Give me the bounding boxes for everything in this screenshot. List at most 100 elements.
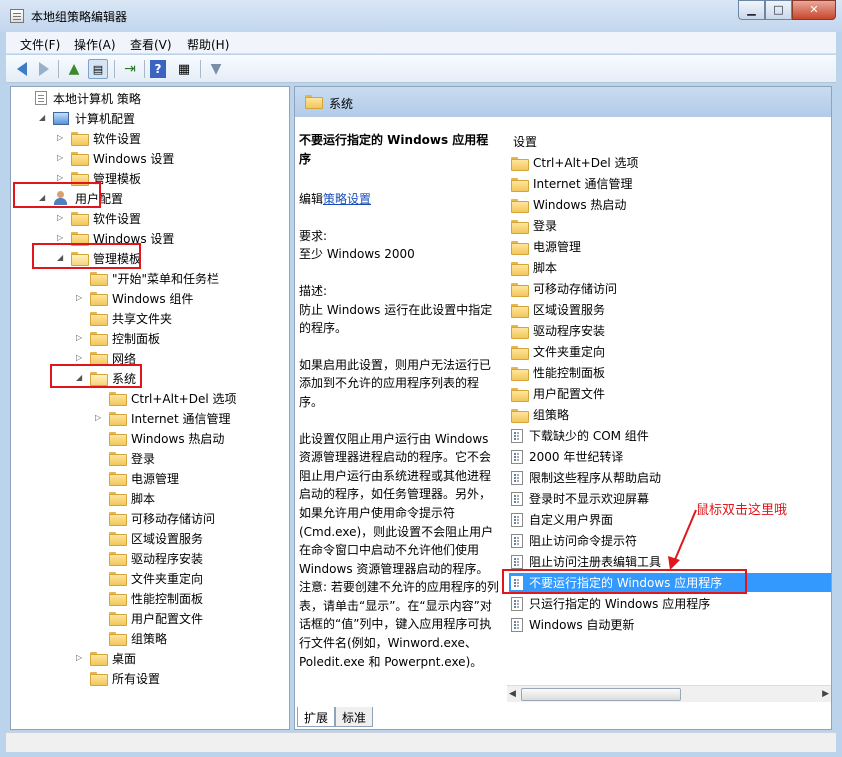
folder-icon [511, 345, 529, 360]
tree-item[interactable]: 本地计算机 策略 [35, 89, 141, 107]
collapsed-arrow-icon[interactable]: ▷ [76, 353, 84, 363]
tree-item[interactable]: 组策略 [109, 629, 167, 647]
help-icon[interactable]: ? [150, 60, 166, 78]
tree-item-label: Windows 组件 [112, 291, 194, 306]
tab-standard[interactable]: 标准 [335, 707, 374, 727]
tree-item[interactable]: 脚本 [109, 489, 155, 507]
back-icon[interactable] [12, 59, 32, 79]
menu-view[interactable]: 查看(V) [130, 36, 172, 53]
forward-icon[interactable] [34, 59, 54, 79]
expanded-arrow-icon[interactable]: ◢ [39, 113, 47, 123]
tree-item[interactable]: Windows 设置 [71, 149, 174, 167]
list-item[interactable]: 性能控制面板 [509, 363, 831, 382]
tree-item[interactable]: 用户配置文件 [109, 609, 203, 627]
list-item[interactable]: Ctrl+Alt+Del 选项 [509, 153, 831, 172]
list-item[interactable]: 下载缺少的 COM 组件 [509, 426, 831, 445]
scroll-right-icon[interactable]: ▶ [822, 689, 829, 699]
list-item[interactable]: 区域设置服务 [509, 300, 831, 319]
tree-item[interactable]: 文件夹重定向 [109, 569, 203, 587]
list-item-label: 阻止访问注册表编辑工具 [529, 555, 662, 569]
list-item[interactable]: Windows 热启动 [509, 195, 831, 214]
tree-item[interactable]: 控制面板 [90, 329, 160, 347]
scroll-left-icon[interactable]: ◀ [509, 689, 516, 699]
collapsed-arrow-icon[interactable]: ▷ [76, 653, 84, 663]
list-item[interactable]: 电源管理 [509, 237, 831, 256]
edit-policy-link[interactable]: 策略设置 [323, 192, 371, 206]
list-item[interactable]: 只运行指定的 Windows 应用程序 [509, 594, 831, 613]
folder-icon [109, 632, 127, 646]
collapsed-arrow-icon[interactable]: ▷ [95, 413, 103, 423]
highlight-system [50, 364, 142, 388]
tree-item[interactable]: 性能控制面板 [109, 589, 203, 607]
folder-icon [109, 452, 127, 466]
view-tabs: 扩展 标准 [297, 707, 374, 727]
tree-item[interactable]: 计算机配置 [53, 109, 135, 127]
list-item[interactable]: 脚本 [509, 258, 831, 277]
horizontal-scrollbar[interactable]: ◀ ▶ [507, 685, 831, 702]
list-item-label: Internet 通信管理 [533, 177, 633, 191]
tree-item[interactable]: 登录 [109, 449, 155, 467]
list-item[interactable]: 可移动存储访问 [509, 279, 831, 298]
folder-icon [71, 132, 89, 146]
list-item[interactable]: Internet 通信管理 [509, 174, 831, 193]
column-header-setting[interactable]: 设置 [513, 133, 537, 150]
collapsed-arrow-icon[interactable]: ▷ [57, 133, 65, 143]
collapsed-arrow-icon[interactable]: ▷ [57, 213, 65, 223]
policy-setting-icon [511, 428, 523, 443]
menu-action[interactable]: 操作(A) [74, 36, 116, 53]
list-item[interactable]: 用户配置文件 [509, 384, 831, 403]
close-button[interactable]: ✕ [792, 0, 836, 20]
tree-item[interactable]: 可移动存储访问 [109, 509, 215, 527]
settings-folder-icon [90, 672, 108, 686]
maximize-button[interactable]: □ [765, 0, 792, 20]
minimize-button[interactable]: ▁ [738, 0, 765, 20]
list-item-label: 可移动存储访问 [533, 282, 618, 296]
folder-icon [511, 387, 529, 402]
list-item[interactable]: 文件夹重定向 [509, 342, 831, 361]
list-item[interactable]: 限制这些程序从帮助启动 [509, 468, 831, 487]
tree-item[interactable]: 共享文件夹 [90, 309, 172, 327]
tree-item[interactable]: Windows 热启动 [109, 429, 224, 447]
pane-header: 系统 [295, 87, 831, 117]
tree-item-label: 驱动程序安装 [131, 551, 204, 566]
tree-item[interactable]: 驱动程序安装 [109, 549, 203, 567]
menu-help[interactable]: 帮助(H) [187, 36, 229, 53]
tree-item[interactable]: 桌面 [90, 649, 136, 667]
filter-icon[interactable]: ▼ [206, 59, 226, 79]
tree-item-label: 可移动存储访问 [131, 511, 216, 526]
collapsed-arrow-icon[interactable]: ▷ [76, 293, 84, 303]
tree-item[interactable]: Windows 组件 [90, 289, 193, 307]
list-item[interactable]: Windows 自动更新 [509, 615, 831, 634]
tree-item-label: 登录 [131, 451, 156, 466]
list-item-label: Windows 自动更新 [529, 618, 635, 632]
menu-file[interactable]: 文件(F) [20, 36, 60, 53]
folder-icon [90, 312, 108, 326]
tree-item[interactable]: 所有设置 [90, 669, 160, 687]
list-item-label: 驱动程序安装 [533, 324, 606, 338]
tree-item-label: 桌面 [112, 651, 137, 666]
collapsed-arrow-icon[interactable]: ▷ [76, 333, 84, 343]
tree-item[interactable]: 区域设置服务 [109, 529, 203, 547]
list-item[interactable]: 组策略 [509, 405, 831, 424]
list-item[interactable]: 2000 年世纪转译 [509, 447, 831, 466]
up-folder-icon[interactable]: ▲ [64, 59, 84, 79]
list-item[interactable]: 登录 [509, 216, 831, 235]
tree-item[interactable]: "开始"菜单和任务栏 [90, 269, 219, 287]
folder-icon [109, 572, 127, 586]
description-p3: 此设置仅阻止用户运行由 Windows 资源管理器进程启动的程序。它不会阻止用户… [299, 431, 499, 669]
list-item[interactable]: 驱动程序安装 [509, 321, 831, 340]
show-tree-icon[interactable]: ▤ [88, 59, 108, 79]
properties-icon[interactable]: ▦ [174, 59, 194, 79]
export-list-icon[interactable]: ⇥ [120, 59, 140, 79]
collapsed-arrow-icon[interactable]: ▷ [57, 233, 65, 243]
tab-extended[interactable]: 扩展 [297, 707, 336, 727]
tree-item[interactable]: 软件设置 [71, 209, 141, 227]
tree-item-label: 软件设置 [93, 131, 142, 146]
tree-item[interactable]: Internet 通信管理 [109, 409, 230, 427]
tree-item[interactable]: 软件设置 [71, 129, 141, 147]
scroll-thumb[interactable] [521, 688, 681, 701]
collapsed-arrow-icon[interactable]: ▷ [57, 153, 65, 163]
tree-item[interactable]: 电源管理 [109, 469, 179, 487]
tree-item[interactable]: Ctrl+Alt+Del 选项 [109, 389, 236, 407]
policy-setting-icon [511, 533, 523, 548]
